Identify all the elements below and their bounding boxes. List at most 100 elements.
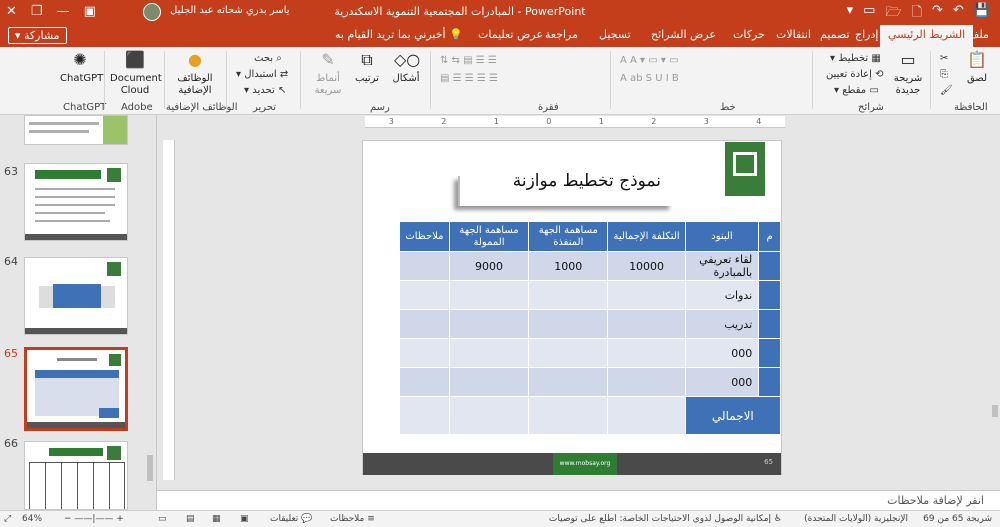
implementer-cell[interactable] — [528, 309, 609, 339]
tab-design[interactable]: تصميم — [820, 28, 850, 41]
notes-cell[interactable] — [399, 309, 450, 339]
paragraph-controls-row2[interactable]: ▤ ☰ ☰ ☰ ☰ — [440, 73, 498, 84]
tab-view[interactable]: عرض — [517, 28, 543, 41]
notes-cell[interactable] — [399, 367, 450, 397]
shapes-button[interactable]: ◇○ أشكال — [386, 49, 426, 85]
zoom-level[interactable]: 64% — [22, 514, 42, 524]
row-number-cell[interactable] — [758, 338, 781, 368]
more-icon[interactable]: ▾ — [847, 3, 854, 25]
funder-cell[interactable] — [448, 367, 530, 397]
select-button[interactable]: ▾ تحديد ↖ — [244, 85, 286, 96]
slide-canvas[interactable]: نموذج تخطيط موازنة م البنود التكلفة الإج… — [362, 140, 782, 475]
paste-button[interactable]: 📋 لصق — [962, 49, 992, 85]
open-icon[interactable]: 🗁 — [885, 3, 901, 25]
notes-toggle[interactable]: ملاحظات ≡ — [330, 514, 375, 524]
tab-transitions[interactable]: انتقالات — [776, 28, 811, 41]
notes-cell[interactable] — [399, 396, 450, 435]
chatgpt-button[interactable]: ✺ ChatGPT — [60, 49, 103, 85]
arrange-button[interactable]: ⧉ ترتيب — [352, 49, 382, 85]
replace-button[interactable]: ▾ استبدال ⇄ — [236, 69, 288, 80]
item-cell[interactable]: تدريب — [684, 309, 760, 339]
addins-button[interactable]: ● الوظائف الإضافية — [170, 49, 220, 97]
column-header[interactable]: ملاحظات — [399, 221, 450, 252]
item-cell[interactable]: لقاء تعريفي بالمبادرة — [684, 251, 760, 281]
redo-icon[interactable]: ↷ — [932, 3, 943, 25]
notes-cell[interactable] — [399, 251, 450, 281]
document-cloud-button[interactable]: ⬛ Document Cloud — [110, 49, 162, 97]
total-cost-cell[interactable]: 10000 — [607, 251, 686, 281]
font-controls-row2[interactable]: A ab S U I B — [620, 73, 679, 84]
column-header[interactable]: مساهمة الجهة الممولة — [448, 221, 530, 252]
quick-styles-button[interactable]: ✎ أنماط سريعة — [310, 49, 346, 97]
language-indicator[interactable]: الإنجليزية (الولايات المتحدة) — [804, 514, 908, 524]
reset-button[interactable]: إعادة تعيين ⟲ — [826, 69, 884, 80]
row-number-cell[interactable] — [758, 367, 781, 397]
notes-cell[interactable] — [399, 280, 450, 310]
implementer-cell[interactable]: 1000 — [528, 251, 609, 281]
slide-thumbnail[interactable] — [24, 115, 128, 145]
total-cost-cell[interactable] — [607, 338, 686, 368]
funder-cell[interactable] — [448, 396, 530, 435]
tab-slideshow[interactable]: عرض الشرائح — [651, 28, 716, 41]
column-header[interactable]: البنود — [684, 221, 760, 252]
find-button[interactable]: بحث ⌕ — [254, 53, 282, 64]
ribbon-display-icon[interactable]: ▣ — [84, 4, 96, 19]
new-icon[interactable]: 🗋 — [912, 3, 922, 25]
paragraph-controls-row1[interactable]: ⇅ ⇆ ▤ ☰ ☰ — [440, 55, 497, 66]
format-painter-icon[interactable]: 🖌 — [940, 85, 953, 96]
tab-insert[interactable]: إدراج — [855, 28, 878, 41]
tab-review[interactable]: مراجعة — [545, 28, 578, 41]
slideshow-icon[interactable]: ▭ — [158, 514, 167, 524]
slide-thumbnail[interactable] — [24, 163, 128, 241]
notes-placeholder[interactable]: انقر لإضافة ملاحظات — [887, 494, 984, 507]
item-cell[interactable]: 000 — [684, 367, 760, 397]
layout-button[interactable]: ▾ تخطيط ▦ — [830, 53, 881, 64]
tab-file[interactable]: ملف — [968, 28, 989, 41]
funder-cell[interactable] — [448, 338, 530, 368]
column-header[interactable]: التكلفة الإجمالية — [607, 221, 686, 252]
row-number-cell[interactable] — [758, 280, 781, 310]
save-icon[interactable]: 💾 — [974, 3, 990, 25]
implementer-cell[interactable] — [528, 396, 609, 435]
total-label-cell[interactable]: الاجمالي — [684, 396, 782, 435]
undo-icon[interactable]: ↶ — [953, 3, 964, 25]
comments-toggle[interactable]: تعليقات 💬 — [270, 514, 312, 524]
row-number-cell[interactable] — [758, 309, 781, 339]
column-header[interactable]: مساهمة الجهة المنفذة — [528, 221, 609, 252]
tab-animations[interactable]: حركات — [733, 28, 765, 41]
item-cell[interactable]: 000 — [684, 338, 760, 368]
tab-record[interactable]: تسجيل — [599, 28, 631, 41]
tab-help[interactable]: تعليمات — [478, 28, 513, 41]
row-number-cell[interactable] — [758, 251, 781, 281]
slide-title[interactable]: نموذج تخطيط موازنة — [458, 171, 673, 191]
funder-cell[interactable]: 9000 — [448, 251, 530, 281]
copy-icon[interactable]: ⎘ — [940, 69, 948, 80]
tell-me-search[interactable]: أخبرني بما تريد القيام به 💡 — [335, 28, 463, 41]
notes-pane[interactable]: انقر لإضافة ملاحظات — [157, 490, 1000, 510]
accessibility-status[interactable]: إمكانية الوصول لذوي الاحتياجات الخاصة: ا… — [549, 514, 782, 524]
implementer-cell[interactable] — [528, 367, 609, 397]
item-cell[interactable]: ندوات — [684, 280, 760, 310]
slide-sorter-icon[interactable]: ▦ — [212, 514, 221, 524]
budget-table[interactable]: م البنود التكلفة الإجمالية مساهمة الجهة … — [399, 221, 782, 435]
minimize-icon[interactable]: — — [57, 4, 70, 19]
slide-thumbnail[interactable] — [24, 441, 128, 510]
restore-icon[interactable]: ❐ — [31, 4, 43, 19]
scrollbar-thumb[interactable] — [992, 405, 998, 417]
editor-scrollbar[interactable] — [990, 115, 1000, 490]
total-cost-cell[interactable] — [607, 396, 686, 435]
zoom-slider[interactable]: − ——|—— + — [64, 514, 124, 524]
slide-thumbnail[interactable] — [24, 257, 128, 335]
thumbnails-scrollbar[interactable] — [145, 115, 155, 510]
total-cost-cell[interactable] — [607, 367, 686, 397]
new-slide-button[interactable]: ▭ شريحة جديدة — [890, 49, 926, 97]
present-icon[interactable]: ▭ — [863, 3, 875, 25]
notes-cell[interactable] — [399, 338, 450, 368]
implementer-cell[interactable] — [528, 338, 609, 368]
avatar[interactable] — [143, 3, 161, 21]
fit-slide-icon[interactable]: ⤢ — [4, 514, 11, 524]
implementer-cell[interactable] — [528, 280, 609, 310]
share-button[interactable]: ▾ مشاركة — [8, 27, 67, 44]
close-icon[interactable]: ✕ — [6, 4, 17, 19]
cut-icon[interactable]: ✂ — [940, 53, 948, 64]
